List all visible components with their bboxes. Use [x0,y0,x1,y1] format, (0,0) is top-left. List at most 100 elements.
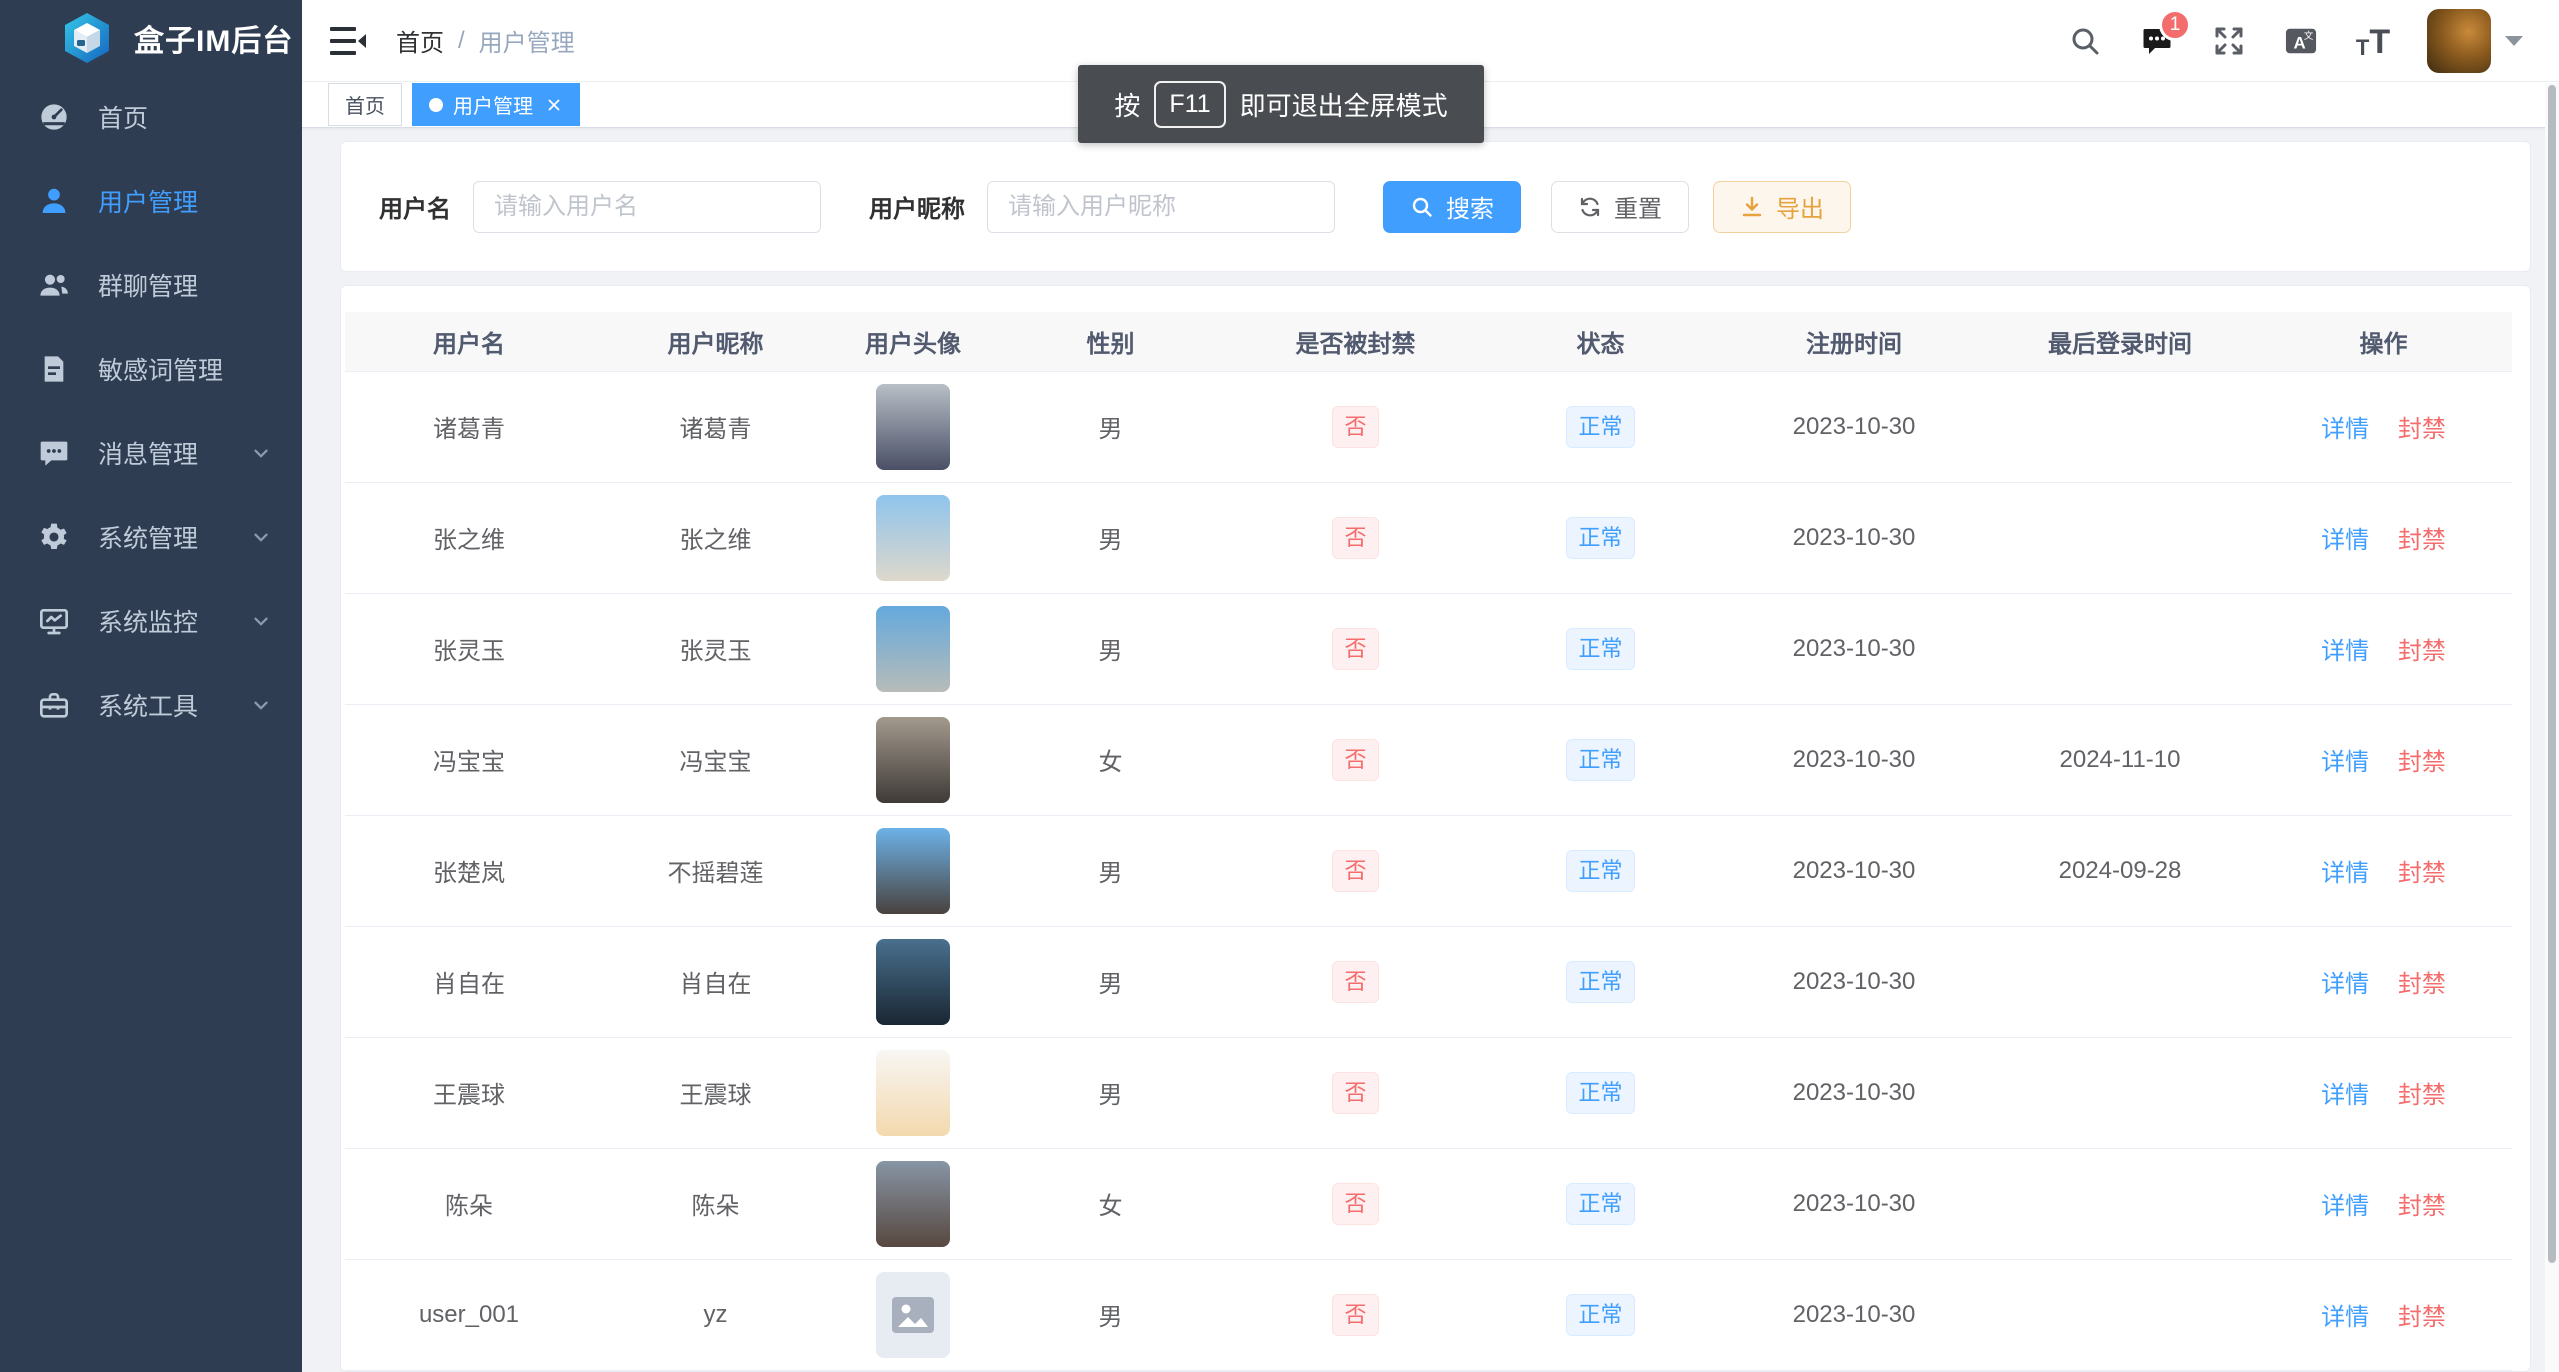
export-button[interactable]: 导出 [1713,181,1851,233]
sidebar-item-system-admin[interactable]: 系统管理 [0,495,302,579]
cell-actions: 详情 封禁 [2255,815,2512,926]
cell-registered: 2023-10-30 [1723,371,1985,482]
cell-registered: 2023-10-30 [1723,926,1985,1037]
sidebar-item-users[interactable]: 用户管理 [0,159,302,243]
scrollbar-thumb[interactable] [2548,85,2556,1263]
cell-username: 张之维 [345,482,593,593]
col-registered: 注册时间 [1723,312,1985,371]
sidebar-item-home[interactable]: 首页 [0,75,302,159]
cell-username: 张楚岚 [345,815,593,926]
table-row: 张灵玉 张灵玉 男 否 正常 2023-10-30 详情 封禁 [345,593,2512,704]
chevron-down-icon [250,526,272,548]
reset-button[interactable]: 重置 [1551,181,1689,233]
table-row: 诸葛青 诸葛青 男 否 正常 2023-10-30 详情 封禁 [345,371,2512,482]
sidebar-item-messages[interactable]: 消息管理 [0,411,302,495]
breadcrumb-home[interactable]: 首页 [396,23,444,58]
toast-text-suffix: 即可退出全屏模式 [1240,86,1448,123]
col-avatar: 用户头像 [838,312,988,371]
ban-link[interactable]: 封禁 [2398,1082,2446,1109]
cell-avatar [838,371,988,482]
detail-link[interactable]: 详情 [2321,416,2369,443]
sidebar-item-groups[interactable]: 群聊管理 [0,243,302,327]
ban-link[interactable]: 封禁 [2398,860,2446,887]
ban-link[interactable]: 封禁 [2398,1193,2446,1220]
search-icon[interactable] [2067,23,2103,59]
sidebar: 盒子IM后台 首页 用户管理 群聊管理 [0,0,302,1372]
detail-link[interactable]: 详情 [2321,1193,2369,1220]
ban-link[interactable]: 封禁 [2398,971,2446,998]
tab-user-management[interactable]: 用户管理 [412,83,580,126]
cell-gender: 男 [988,1259,1233,1370]
user-avatar-image [876,384,950,470]
cell-status: 正常 [1478,704,1723,815]
ban-link[interactable]: 封禁 [2398,749,2446,776]
cell-username: 张灵玉 [345,593,593,704]
status-badge: 正常 [1566,1183,1634,1225]
detail-link[interactable]: 详情 [2321,749,2369,776]
cell-status: 正常 [1478,926,1723,1037]
detail-link[interactable]: 详情 [2321,971,2369,998]
user-avatar-image [876,939,950,1025]
translate-icon[interactable]: A文 [2283,23,2319,59]
document-icon [38,353,70,385]
cell-gender: 男 [988,1037,1233,1148]
cell-banned: 否 [1233,1259,1478,1370]
ban-link[interactable]: 封禁 [2398,527,2446,554]
sidebar-collapse-button[interactable] [330,25,366,57]
cell-actions: 详情 封禁 [2255,482,2512,593]
filter-panel: 用户名 用户昵称 搜索 重置 导出 [340,141,2531,272]
cell-registered: 2023-10-30 [1723,704,1985,815]
sidebar-item-sensitive-words[interactable]: 敏感词管理 [0,327,302,411]
status-badge: 正常 [1566,1072,1634,1114]
cell-status: 正常 [1478,1037,1723,1148]
message-notifications-icon[interactable]: 1 [2139,23,2175,59]
detail-link[interactable]: 详情 [2321,638,2369,665]
toast-text-prefix: 按 [1114,86,1140,123]
cell-actions: 详情 封禁 [2255,1259,2512,1370]
banned-badge: 否 [1332,739,1378,781]
font-size-icon[interactable]: TT [2355,23,2391,59]
cell-last-login [1985,1037,2255,1148]
user-avatar-image [876,1050,950,1136]
ban-link[interactable]: 封禁 [2398,1304,2446,1331]
cell-gender: 男 [988,926,1233,1037]
page-scrollbar [2545,83,2559,1372]
nickname-input[interactable] [987,181,1335,233]
detail-link[interactable]: 详情 [2321,860,2369,887]
tab-close-icon[interactable] [545,96,563,114]
detail-link[interactable]: 详情 [2321,527,2369,554]
cell-last-login [1985,1148,2255,1259]
search-button[interactable]: 搜索 [1383,181,1521,233]
ban-link[interactable]: 封禁 [2398,416,2446,443]
cell-gender: 男 [988,371,1233,482]
sidebar-item-system-tools[interactable]: 系统工具 [0,663,302,747]
app-logo[interactable]: 盒子IM后台 [0,0,302,75]
sidebar-menu: 首页 用户管理 群聊管理 敏感词管理 [0,75,302,747]
table-header: 用户名 用户昵称 用户头像 性别 是否被封禁 状态 注册时间 最后登录时间 操作 [345,312,2512,371]
cell-actions: 详情 封禁 [2255,704,2512,815]
cell-username: 陈朵 [345,1148,593,1259]
cell-username: 王震球 [345,1037,593,1148]
user-menu[interactable] [2427,9,2523,73]
detail-link[interactable]: 详情 [2321,1304,2369,1331]
cell-last-login [1985,482,2255,593]
sidebar-item-label: 群聊管理 [98,267,198,303]
detail-link[interactable]: 详情 [2321,1082,2369,1109]
avatar [2427,9,2491,73]
tab-home[interactable]: 首页 [328,83,402,126]
cell-avatar [838,704,988,815]
fullscreen-icon[interactable] [2211,23,2247,59]
sidebar-item-label: 系统工具 [98,687,198,723]
username-input[interactable] [473,181,821,233]
user-icon [38,185,70,217]
username-label: 用户名 [379,189,451,224]
cell-gender: 男 [988,815,1233,926]
sidebar-item-system-monitor[interactable]: 系统监控 [0,579,302,663]
cell-actions: 详情 封禁 [2255,371,2512,482]
status-badge: 正常 [1566,739,1634,781]
table-row: 张楚岚 不摇碧莲 男 否 正常 2023-10-30 2024-09-28 详情… [345,815,2512,926]
cell-nickname: 张之维 [593,482,838,593]
ban-link[interactable]: 封禁 [2398,638,2446,665]
cell-nickname: 诸葛青 [593,371,838,482]
chevron-down-icon [250,694,272,716]
